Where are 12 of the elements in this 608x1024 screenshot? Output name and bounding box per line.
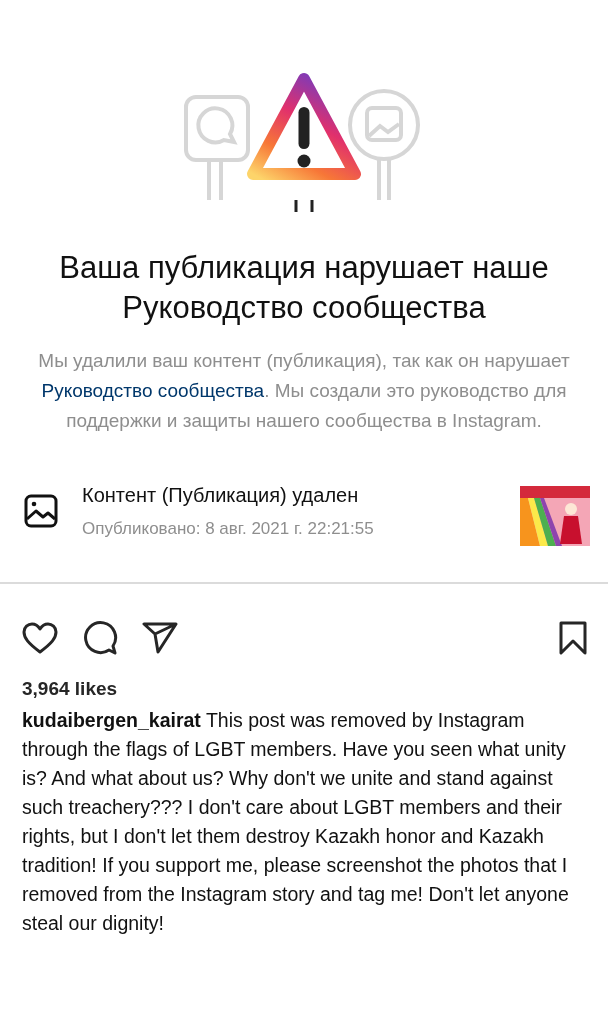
post-caption: kudaibergen_kairat This post was removed by Instagram through the flags of LGBT members. Have you seen what unity is? And what about us? Why don't we unite and stand against such treachery??? I don't care about LGBT members and their rights, but I don't let them destroy Kazakh honor and Kazakh tradition! If you support me, please screenshot the photos that I removed from the Instagram story and tag me! Don't let anyone steal our dignity!	[22, 708, 570, 936]
published-date: Опубликовано: 8 авг. 2021 г. 22:21:55	[82, 518, 375, 539]
paper-plane-icon[interactable]	[142, 622, 178, 654]
heart-icon[interactable]	[22, 622, 58, 654]
guidelines-link[interactable]: Руководство сообщества	[41, 380, 265, 401]
comment-icon[interactable]	[82, 620, 118, 656]
content-status: Контент (Публикация) удален	[82, 483, 360, 507]
bookmark-icon[interactable]	[558, 621, 588, 655]
notice-title: Ваша публикация нарушает наше Руководство сообщества	[58, 249, 550, 327]
likes-count: 3,964 likes	[22, 678, 119, 700]
notice-message: Мы удалили ваш контент (публикация), так как он нарушает Руководство сообщества. Мы создали это руководство для поддержки и защиты нашего сообщества в Instagram.	[37, 349, 571, 433]
image-icon	[24, 494, 58, 528]
